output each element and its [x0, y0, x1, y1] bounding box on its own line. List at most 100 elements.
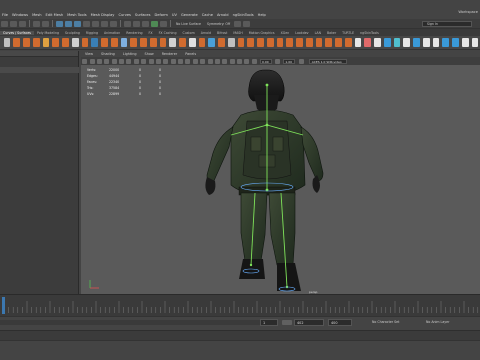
- select-camera-icon[interactable]: [82, 58, 88, 64]
- shelf-tool-icon[interactable]: [91, 38, 98, 47]
- shelf-tab[interactable]: FX: [146, 31, 156, 35]
- film-gate-icon[interactable]: [119, 58, 125, 64]
- resolution-gate-icon[interactable]: [126, 58, 132, 64]
- menu-item-mesh[interactable]: Mesh: [30, 13, 43, 17]
- shelf-tab[interactable]: Poly Modeling: [34, 31, 62, 35]
- textured-icon[interactable]: [185, 58, 191, 64]
- shelf-tool-icon[interactable]: [344, 38, 352, 47]
- range-start-outer-field[interactable]: 402: [294, 319, 324, 326]
- shelf-tool-icon[interactable]: [120, 38, 128, 47]
- image-plane-icon[interactable]: [104, 58, 110, 64]
- exposure-field[interactable]: 0.00: [260, 58, 272, 64]
- shelf-tab[interactable]: Sculpting: [62, 31, 83, 35]
- render-settings-icon[interactable]: [151, 20, 158, 27]
- gamma-icon[interactable]: [275, 58, 281, 64]
- new-scene-icon[interactable]: [1, 20, 8, 27]
- snap-point-icon[interactable]: [101, 20, 108, 27]
- shelf-tab[interactable]: Baker: [324, 31, 339, 35]
- shelf-tool-icon[interactable]: [266, 38, 274, 47]
- command-line[interactable]: [0, 330, 480, 340]
- shelf-tab[interactable]: TURTLE: [339, 31, 357, 35]
- shadows-icon[interactable]: [200, 58, 206, 64]
- menu-item-deform[interactable]: Deform: [153, 13, 170, 17]
- camera-attributes-icon[interactable]: [89, 58, 95, 64]
- shelf-tool-icon[interactable]: [218, 38, 225, 47]
- shelf-tool-icon[interactable]: [461, 38, 469, 47]
- time-slider[interactable]: [0, 294, 480, 316]
- shelf-tool-icon[interactable]: [296, 38, 303, 47]
- shelf-tool-icon[interactable]: [149, 38, 157, 47]
- menu-item-curves[interactable]: Curves: [116, 13, 132, 17]
- snap-curve-icon[interactable]: [92, 20, 99, 27]
- bookmark-icon[interactable]: [96, 58, 102, 64]
- shelf-tab[interactable]: Rigging: [83, 31, 101, 35]
- symmetry-dropdown[interactable]: Symmetry: Off: [207, 22, 230, 26]
- shelf-tool-icon[interactable]: [140, 38, 147, 47]
- shelf-tab[interactable]: Animation: [101, 31, 123, 35]
- shelf-tool-icon[interactable]: [413, 38, 420, 47]
- range-slider-track[interactable]: [0, 320, 278, 325]
- shelf-tab[interactable]: Motion Graphics: [246, 31, 278, 35]
- menu-item-mesh-tools[interactable]: Mesh Tools: [65, 13, 88, 17]
- range-start-field[interactable]: 1: [260, 319, 278, 326]
- shelf-tool-icon[interactable]: [81, 38, 89, 47]
- shelf-tool-icon[interactable]: [393, 38, 401, 47]
- menu-item-arnold[interactable]: Arnold: [215, 13, 231, 17]
- range-end-field[interactable]: 400: [328, 319, 352, 326]
- shelf-tool-icon[interactable]: [208, 38, 215, 47]
- menu-item-help[interactable]: Help: [256, 13, 268, 17]
- xray-components-icon[interactable]: [251, 58, 257, 64]
- panel-menu-shading[interactable]: Shading: [97, 52, 119, 56]
- undo-icon[interactable]: [33, 20, 40, 27]
- isolate-select-icon[interactable]: [229, 58, 235, 64]
- anim-layer-dropdown[interactable]: No Anim Layer: [426, 320, 449, 324]
- shelf-tab[interactable]: FX Caching: [156, 31, 180, 35]
- shelf-tool-icon[interactable]: [13, 38, 20, 47]
- shelf-tool-icon[interactable]: [305, 38, 313, 47]
- snap-view-icon[interactable]: [110, 20, 117, 27]
- shelf-tool-icon[interactable]: [237, 38, 245, 47]
- redo-icon[interactable]: [42, 20, 49, 27]
- menu-item-cache[interactable]: Cache: [200, 13, 215, 17]
- range-slider-handle[interactable]: [282, 320, 292, 325]
- menu-item-generate[interactable]: Generate: [179, 13, 200, 17]
- viewport-persp[interactable]: Verts: 22000 0 0 Edges: 44944 0 0 Faces: 22340 0 0 T…: [81, 65, 480, 294]
- gate-mask-icon[interactable]: [133, 58, 139, 64]
- panel-menu-show[interactable]: Show: [141, 52, 158, 56]
- shelf-tool-icon[interactable]: [364, 38, 371, 47]
- render-icon[interactable]: [133, 20, 140, 27]
- outliner-search-bar[interactable]: [0, 67, 79, 73]
- shelf-tool-icon[interactable]: [247, 38, 254, 47]
- shelf-tool-icon[interactable]: [42, 38, 50, 47]
- shelf-tab[interactable]: MASH: [230, 31, 245, 35]
- open-scene-icon[interactable]: [10, 20, 17, 27]
- live-surface-dropdown[interactable]: No Live Surface: [176, 22, 201, 26]
- menu-item-windows[interactable]: Windows: [10, 13, 30, 17]
- shelf-tab[interactable]: Lookdev: [292, 31, 311, 35]
- xray-icon[interactable]: [237, 58, 243, 64]
- menu-item-mesh-display[interactable]: Mesh Display: [89, 13, 117, 17]
- safe-action-icon[interactable]: [148, 58, 154, 64]
- shelf-tool-icon[interactable]: [257, 38, 264, 47]
- shelf-tool-icon[interactable]: [3, 38, 11, 47]
- shelf-tool-icon[interactable]: [383, 38, 391, 47]
- panel-menu-renderer[interactable]: Renderer: [158, 52, 181, 56]
- shelf-tab[interactable]: Rendering: [123, 31, 145, 35]
- shelf-tool-icon[interactable]: [354, 38, 362, 47]
- hypershade-icon[interactable]: [160, 20, 167, 27]
- shelf-tool-icon[interactable]: [159, 38, 167, 47]
- shelf-tool-icon[interactable]: [315, 38, 323, 47]
- shelf-tool-icon[interactable]: [286, 38, 293, 47]
- shelf-tool-icon[interactable]: [276, 38, 284, 47]
- shelf-tool-icon[interactable]: [335, 38, 342, 47]
- shelf-tab[interactable]: Curves / Surfaces: [0, 30, 34, 35]
- shelf-tab[interactable]: Custom: [179, 31, 197, 35]
- gamma-field[interactable]: 1.00: [283, 58, 296, 64]
- menu-item-surfaces[interactable]: Surfaces: [133, 13, 153, 17]
- field-chart-icon[interactable]: [141, 58, 147, 64]
- panel-menu-panels[interactable]: Panels: [181, 52, 200, 56]
- shelf-tool-icon[interactable]: [169, 38, 176, 47]
- menu-item-edit-mesh[interactable]: Edit Mesh: [44, 13, 66, 17]
- current-time-marker[interactable]: [2, 297, 5, 314]
- panel-menu-lighting[interactable]: Lighting: [119, 52, 141, 56]
